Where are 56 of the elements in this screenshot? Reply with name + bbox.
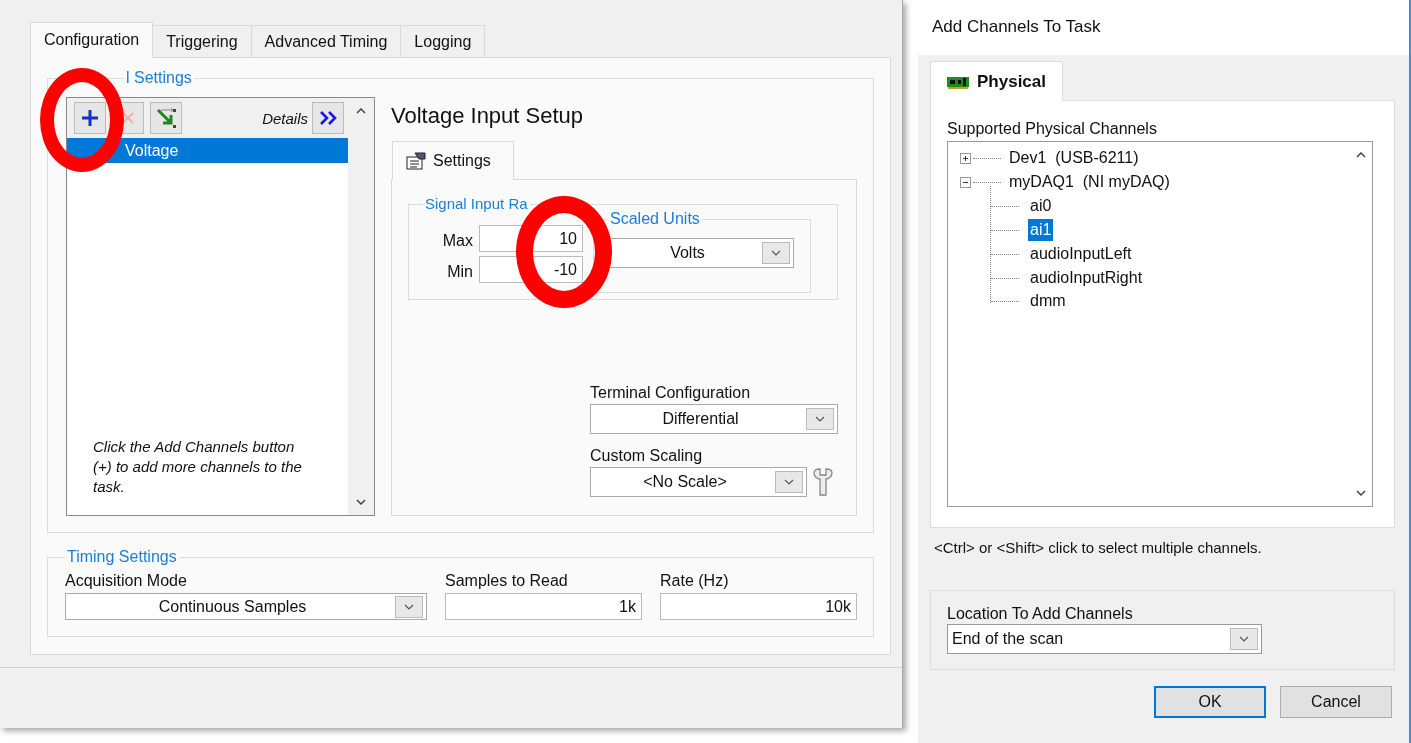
field-label: Acquisition Mode bbox=[65, 571, 188, 591]
field-label: Custom Scaling bbox=[590, 446, 704, 466]
field-label: Samples to Read bbox=[445, 571, 569, 591]
number-field[interactable]: 1k bbox=[445, 593, 642, 620]
settings-sheet-icon bbox=[405, 151, 427, 171]
plus-icon bbox=[80, 108, 100, 128]
field-label: Supported Physical Channels bbox=[947, 119, 1158, 139]
chevron-down-icon bbox=[1239, 636, 1249, 642]
cancel-button[interactable]: Cancel bbox=[1280, 686, 1392, 718]
add-button[interactable] bbox=[74, 102, 106, 134]
tree-item[interactable]: ai0 bbox=[1028, 195, 1054, 217]
chevron-down-icon bbox=[815, 416, 825, 422]
number-field[interactable]: 10k bbox=[660, 593, 857, 620]
group-title: Signal Input Ra bbox=[423, 195, 530, 213]
window-title: Add Channels To Task bbox=[932, 16, 1101, 37]
chevron-up-icon bbox=[356, 108, 366, 114]
move-button[interactable] bbox=[150, 102, 182, 134]
chevron-down-icon bbox=[771, 250, 781, 256]
wrench-icon bbox=[813, 468, 833, 496]
tree-item[interactable]: Dev1 (USB-6211) bbox=[1007, 147, 1141, 169]
chevron-down-icon bbox=[784, 479, 794, 485]
field-label: Location To Add Channels bbox=[947, 604, 1134, 624]
tab[interactable]: Configuration bbox=[30, 22, 154, 58]
hint-text: <Ctrl> or <Shift> click to select multiple channels. bbox=[933, 538, 1263, 558]
chevron-up-icon bbox=[1356, 152, 1366, 158]
section-title: Voltage Input Setup bbox=[391, 103, 585, 130]
details-button[interactable] bbox=[312, 102, 344, 134]
tab[interactable]: Logging bbox=[400, 25, 486, 57]
units-dropdown[interactable]: Volts bbox=[608, 238, 794, 268]
arrow-icon bbox=[155, 107, 177, 129]
chevron-down-icon bbox=[1356, 490, 1366, 496]
chevron-down-icon bbox=[356, 499, 366, 505]
tree-item[interactable]: myDAQ1 (NI myDAQ) bbox=[1007, 171, 1172, 193]
tree-item[interactable]: dmm bbox=[1028, 290, 1068, 312]
group-title: l Settings bbox=[124, 69, 194, 87]
tab[interactable]: Physical bbox=[930, 61, 1063, 101]
scaling-dropdown[interactable]: <No Scale> bbox=[590, 467, 807, 497]
field-label: Max bbox=[441, 230, 473, 250]
location-dropdown[interactable]: End of the scan bbox=[947, 624, 1262, 654]
double-chevron-icon bbox=[318, 110, 338, 126]
ok-button[interactable]: OK bbox=[1154, 686, 1266, 718]
details-label: Details bbox=[262, 109, 308, 127]
field-label: Terminal Configuration bbox=[590, 383, 752, 403]
tree-item[interactable]: ai1 bbox=[1028, 219, 1054, 241]
tab[interactable]: Settings bbox=[392, 141, 514, 180]
field-label: Rate (Hz) bbox=[660, 571, 730, 591]
tree-item[interactable]: audioInputLeft bbox=[1028, 243, 1134, 265]
chevron-down-icon bbox=[404, 603, 414, 610]
terminal-dropdown[interactable]: Differential bbox=[590, 404, 838, 434]
hint-text: Click the Add Channels button (+) to add more channels to the task. bbox=[92, 437, 303, 497]
mode-dropdown[interactable]: Continuous Samples bbox=[65, 593, 427, 620]
group-title: Timing Settings bbox=[65, 548, 179, 566]
channel-item[interactable]: Voltage bbox=[67, 138, 348, 163]
circuit-board-icon bbox=[947, 74, 969, 89]
field-label: Min bbox=[446, 261, 473, 281]
tree-item[interactable]: audioInputRight bbox=[1028, 267, 1145, 289]
